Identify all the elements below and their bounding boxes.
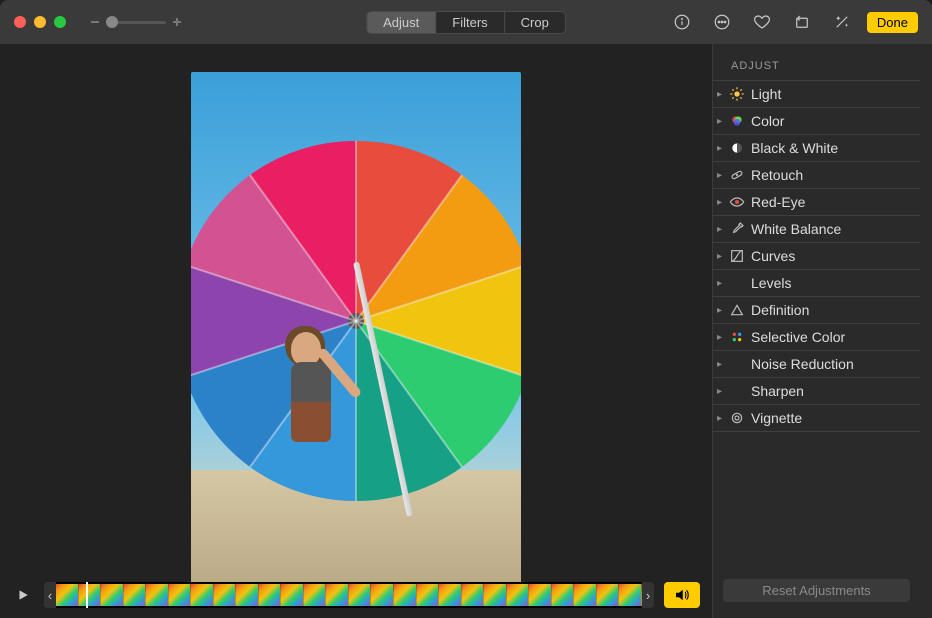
chevron-right-icon: ▸ [717, 413, 729, 424]
reset-adjustments-button[interactable]: Reset Adjustments [723, 579, 910, 602]
zoom-slider[interactable] [90, 17, 182, 27]
adjustment-item-retouch[interactable]: ▸ Retouch [713, 162, 920, 189]
adjustments-list: ▸ Light ▸ Color ▸ Black & White ▸ Retouch ▸ Red-E… [713, 81, 920, 579]
chevron-right-icon: ▸ [717, 197, 729, 208]
chevron-right-icon: ▸ [717, 224, 729, 235]
adjustment-item-levels[interactable]: ▸ Levels [713, 270, 920, 297]
tab-filters[interactable]: Filters [436, 12, 504, 33]
black-and-white-icon [729, 140, 745, 156]
window-controls [14, 16, 66, 28]
adjustment-label: Red-Eye [751, 194, 805, 210]
adjustment-item-red-eye[interactable]: ▸ Red-Eye [713, 189, 920, 216]
adjustment-item-white-balance[interactable]: ▸ White Balance [713, 216, 920, 243]
color-icon [729, 113, 745, 129]
toolbar-right: Done [667, 10, 918, 34]
tab-adjust[interactable]: Adjust [367, 12, 436, 33]
more-button[interactable] [707, 10, 737, 34]
adjustment-label: Vignette [751, 410, 802, 426]
auto-enhance-button[interactable] [827, 10, 857, 34]
content: ‹ › ADJUST ▸ Light ▸ Color ▸ Black & White ▸ Re… [0, 44, 932, 618]
retouch-icon [729, 167, 745, 183]
white-balance-icon [729, 221, 745, 237]
red-eye-icon [729, 194, 745, 210]
zoom-out-icon [90, 17, 100, 27]
done-button[interactable]: Done [867, 12, 918, 33]
adjustment-label: Curves [751, 248, 795, 264]
chevron-right-icon: ▸ [717, 305, 729, 316]
adjustment-item-light[interactable]: ▸ Light [713, 81, 920, 108]
adjustment-label: Definition [751, 302, 809, 318]
adjustment-label: Levels [751, 275, 791, 291]
minimize-window-button[interactable] [34, 16, 46, 28]
adjustment-item-noise-reduction[interactable]: ▸ Noise Reduction [713, 351, 920, 378]
video-timeline[interactable]: ‹ › [44, 582, 654, 608]
adjustment-label: White Balance [751, 221, 841, 237]
curves-icon [729, 248, 745, 264]
adjustment-item-selective-color[interactable]: ▸ Selective Color [713, 324, 920, 351]
adjustment-item-definition[interactable]: ▸ Definition [713, 297, 920, 324]
zoom-track[interactable] [106, 21, 166, 24]
adjustment-item-vignette[interactable]: ▸ Vignette [713, 405, 920, 432]
favorite-button[interactable] [747, 10, 777, 34]
video-timeline-row: ‹ › [0, 582, 712, 608]
tab-crop[interactable]: Crop [505, 12, 565, 33]
chevron-right-icon: ▸ [717, 278, 729, 289]
adjust-panel: ADJUST ▸ Light ▸ Color ▸ Black & White ▸ Retouc… [712, 44, 932, 618]
chevron-right-icon: ▸ [717, 116, 729, 127]
adjustment-label: Light [751, 86, 781, 102]
adjustment-item-color[interactable]: ▸ Color [713, 108, 920, 135]
rotate-button[interactable] [787, 10, 817, 34]
preview-container [0, 44, 712, 618]
vignette-icon [729, 410, 745, 426]
adjustment-item-sharpen[interactable]: ▸ Sharpen [713, 378, 920, 405]
trim-start-handle[interactable]: ‹ [44, 582, 56, 608]
person-graphic [283, 330, 339, 490]
close-window-button[interactable] [14, 16, 26, 28]
trim-end-handle[interactable]: › [642, 582, 654, 608]
levels-icon [729, 275, 745, 291]
adjustment-label: Retouch [751, 167, 803, 183]
adjustment-label: Noise Reduction [751, 356, 854, 372]
audio-button[interactable] [664, 582, 700, 608]
photo-preview[interactable] [191, 72, 521, 590]
adjustment-label: Selective Color [751, 329, 845, 345]
chevron-right-icon: ▸ [717, 251, 729, 262]
chevron-right-icon: ▸ [717, 359, 729, 370]
adjustment-label: Color [751, 113, 784, 129]
info-button[interactable] [667, 10, 697, 34]
adjustment-item-black-and-white[interactable]: ▸ Black & White [713, 135, 920, 162]
adjustment-label: Sharpen [751, 383, 804, 399]
chevron-right-icon: ▸ [717, 332, 729, 343]
light-icon [729, 86, 745, 102]
play-button[interactable] [12, 584, 34, 606]
chevron-right-icon: ▸ [717, 89, 729, 100]
adjustment-item-curves[interactable]: ▸ Curves [713, 243, 920, 270]
adjustment-label: Black & White [751, 140, 838, 156]
edit-mode-tabs: Adjust Filters Crop [366, 11, 566, 34]
definition-icon [729, 302, 745, 318]
chevron-right-icon: ▸ [717, 170, 729, 181]
selective-color-icon [729, 329, 745, 345]
filmstrip[interactable] [56, 584, 642, 606]
fullscreen-window-button[interactable] [54, 16, 66, 28]
umbrella-graphic [191, 131, 521, 511]
zoom-knob[interactable] [106, 16, 118, 28]
titlebar: Adjust Filters Crop Done [0, 0, 932, 44]
panel-title: ADJUST [713, 54, 920, 81]
sharpen-icon [729, 383, 745, 399]
chevron-right-icon: ▸ [717, 386, 729, 397]
playhead[interactable] [86, 582, 88, 608]
preview-area: ‹ › [0, 44, 712, 618]
zoom-in-icon [172, 17, 182, 27]
chevron-right-icon: ▸ [717, 143, 729, 154]
noise-reduction-icon [729, 356, 745, 372]
